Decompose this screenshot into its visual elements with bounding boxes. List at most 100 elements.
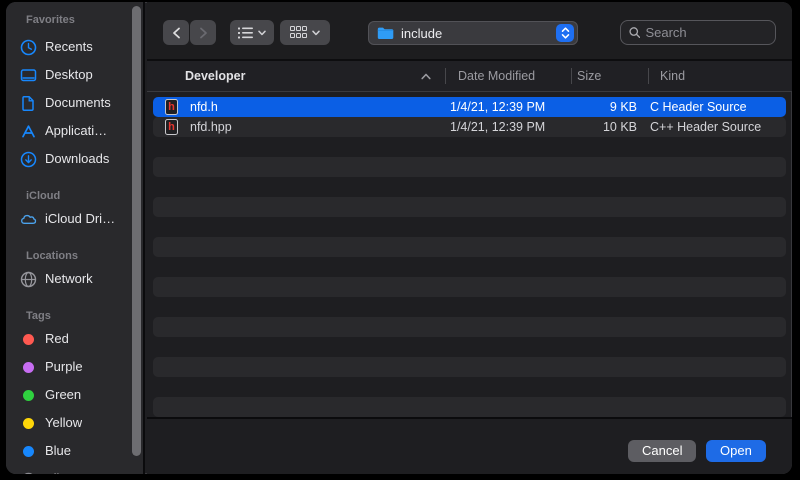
sidebar-item-label: Network	[45, 265, 93, 293]
chevron-left-icon	[172, 27, 181, 39]
sidebar-item-network[interactable]: Network	[20, 265, 133, 293]
empty-row[interactable]	[153, 357, 786, 377]
chevron-down-icon	[312, 30, 320, 36]
sidebar-item-label: iCloud Dri…	[45, 205, 115, 233]
column-divider[interactable]	[648, 68, 649, 84]
sidebar-item-tag-purple[interactable]: Purple	[20, 353, 133, 381]
sidebar-item-documents[interactable]: Documents	[20, 89, 133, 117]
search-icon	[629, 26, 640, 39]
empty-row[interactable]	[153, 177, 786, 197]
sidebar-item-tag-yellow[interactable]: Yellow	[20, 409, 133, 437]
table-header: Developer Date Modified Size Kind	[147, 59, 792, 92]
sidebar-item-tag-blue[interactable]: Blue	[20, 437, 133, 465]
sidebar-item-label: Blue	[45, 437, 71, 465]
sidebar-item-label: All Tags	[45, 465, 90, 474]
column-divider[interactable]	[445, 68, 446, 84]
sidebar-item-label: Green	[45, 381, 81, 409]
sidebar-item-desktop[interactable]: Desktop	[20, 61, 133, 89]
folder-icon	[377, 26, 394, 40]
sidebar-item-tag-green[interactable]: Green	[20, 381, 133, 409]
blue-tag-icon	[20, 443, 37, 460]
list-view-icon	[238, 27, 253, 39]
file-date-modified: 1/4/21, 12:39 PM	[450, 97, 545, 117]
open-button[interactable]: Open	[706, 440, 766, 462]
cpp-header-file-icon: h	[165, 119, 178, 135]
sidebar-item-all-tags[interactable]: All Tags	[20, 465, 133, 474]
empty-row[interactable]	[153, 377, 786, 397]
sidebar-item-label: Purple	[45, 353, 83, 381]
sidebar: Favorites Recents Desktop Documents Appl…	[6, 2, 145, 474]
column-header-kind[interactable]: Kind	[660, 61, 685, 91]
sidebar-item-label: Desktop	[45, 61, 93, 89]
empty-row[interactable]	[153, 257, 786, 277]
folder-select-value: include	[401, 26, 556, 41]
globe-icon	[20, 271, 37, 288]
red-tag-icon	[20, 331, 37, 348]
chevron-right-icon	[199, 27, 208, 39]
green-tag-icon	[20, 387, 37, 404]
empty-row[interactable]	[153, 217, 786, 237]
empty-row[interactable]	[153, 157, 786, 177]
empty-row[interactable]	[153, 337, 786, 357]
sidebar-section-locations: Locations	[26, 248, 78, 264]
appstore-icon	[20, 123, 37, 140]
empty-row[interactable]	[153, 237, 786, 257]
document-icon	[20, 95, 37, 112]
sidebar-item-icloud-drive[interactable]: iCloud Dri…	[20, 205, 133, 233]
sidebar-item-label: Red	[45, 325, 69, 353]
content-area: include Developer Date Modified Size Kin…	[147, 2, 792, 474]
column-header-developer[interactable]: Developer	[185, 61, 245, 91]
file-row-nfd-hpp[interactable]: h nfd.hpp 1/4/21, 12:39 PM 10 KB C++ Hea…	[153, 117, 786, 137]
sidebar-item-recents[interactable]: Recents	[20, 33, 133, 61]
search-input[interactable]	[645, 25, 767, 40]
empty-row[interactable]	[153, 297, 786, 317]
column-divider[interactable]	[571, 68, 572, 84]
sidebar-item-applications[interactable]: Applicati…	[20, 117, 133, 145]
list-view-button[interactable]	[230, 20, 274, 45]
sidebar-section-favorites: Favorites	[26, 12, 75, 28]
dialog-footer: Cancel Open	[147, 417, 792, 474]
sidebar-item-label: Downloads	[45, 145, 109, 173]
sidebar-item-tag-red[interactable]: Red	[20, 325, 133, 353]
sidebar-item-label: Applicati…	[45, 117, 107, 145]
sidebar-scrollbar[interactable]	[132, 6, 141, 456]
purple-tag-icon	[20, 359, 37, 376]
circle-outline-icon	[20, 471, 37, 475]
c-header-file-icon: h	[165, 99, 178, 115]
sidebar-section-icloud: iCloud	[26, 188, 60, 204]
icon-view-icon	[290, 26, 307, 39]
file-name: nfd.hpp	[190, 117, 232, 137]
file-name: nfd.h	[190, 97, 218, 117]
empty-rows	[153, 137, 786, 417]
file-row-nfd-h[interactable]: h nfd.h 1/4/21, 12:39 PM 9 KB C Header S…	[153, 97, 786, 117]
cloud-icon	[20, 211, 37, 228]
empty-row[interactable]	[153, 317, 786, 337]
sidebar-item-label: Recents	[45, 33, 93, 61]
sidebar-item-downloads[interactable]: Downloads	[20, 145, 133, 173]
desktop-icon	[20, 67, 37, 84]
search-field[interactable]	[620, 20, 776, 45]
empty-row[interactable]	[153, 277, 786, 297]
file-kind: C Header Source	[650, 97, 747, 117]
stepper-icon	[556, 24, 574, 42]
empty-row[interactable]	[153, 137, 786, 157]
file-open-dialog: Favorites Recents Desktop Documents Appl…	[6, 2, 792, 474]
sidebar-item-label: Documents	[45, 89, 111, 117]
download-circle-icon	[20, 151, 37, 168]
column-header-size[interactable]: Size	[577, 61, 601, 91]
forward-button[interactable]	[190, 20, 216, 45]
file-date-modified: 1/4/21, 12:39 PM	[450, 117, 545, 137]
empty-row[interactable]	[153, 197, 786, 217]
icon-view-button[interactable]	[280, 20, 330, 45]
sidebar-item-label: Yellow	[45, 409, 82, 437]
back-button[interactable]	[163, 20, 189, 45]
chevron-down-icon	[258, 30, 266, 36]
cancel-button[interactable]: Cancel	[628, 440, 696, 462]
file-size: 9 KB	[553, 97, 637, 117]
folder-select[interactable]: include	[368, 21, 578, 45]
file-list: h nfd.h 1/4/21, 12:39 PM 9 KB C Header S…	[147, 92, 792, 417]
sidebar-section-tags: Tags	[26, 308, 51, 324]
column-header-date-modified[interactable]: Date Modified	[458, 61, 535, 91]
clock-icon	[20, 39, 37, 56]
empty-row[interactable]	[153, 397, 786, 417]
